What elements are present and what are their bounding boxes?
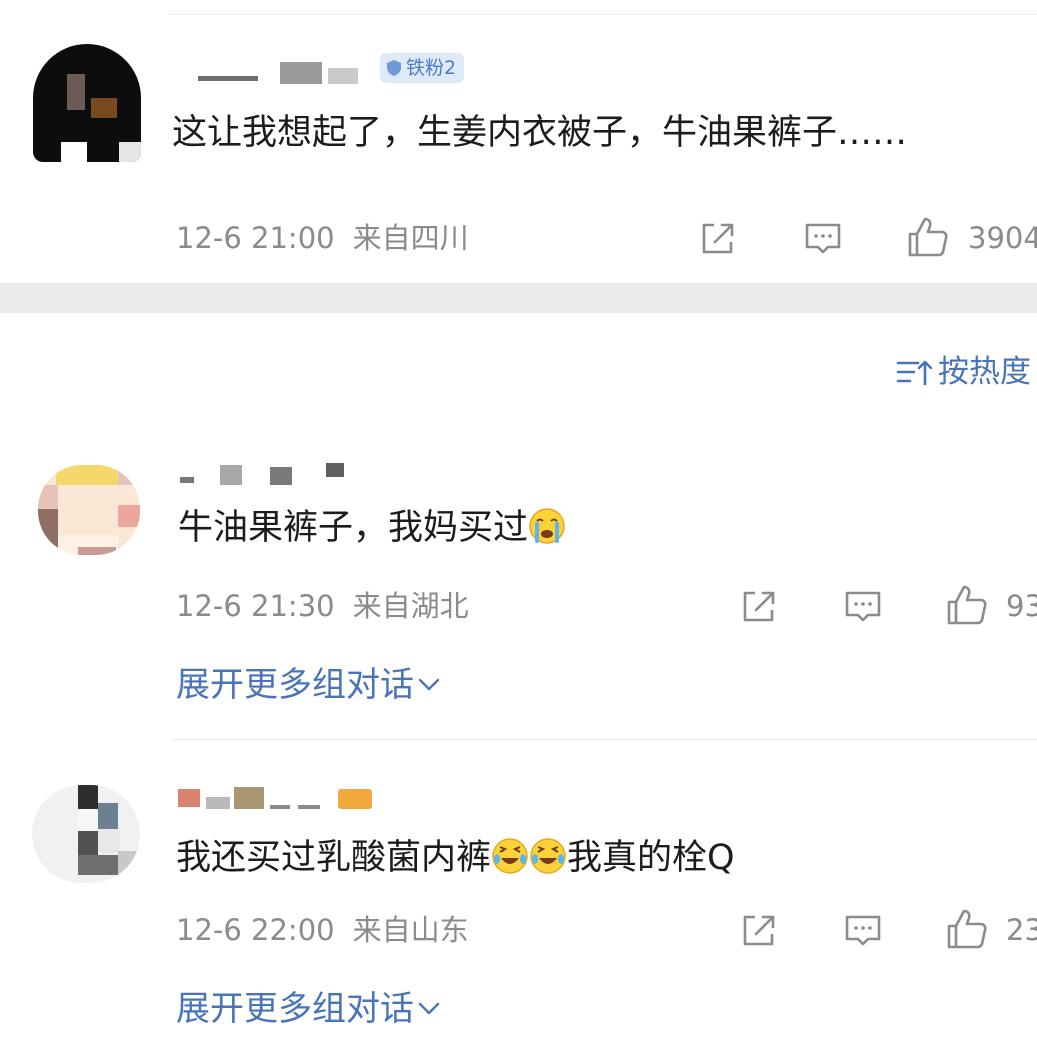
comment-icon[interactable]: [803, 220, 843, 258]
post-like-count: 3904: [968, 221, 1037, 255]
comment-text-after: 我真的栓Q: [567, 838, 735, 878]
sort-label: 按热度: [938, 354, 1031, 390]
username-redacted[interactable]: [198, 58, 366, 88]
comment-text-body: 牛油果裤子，我妈买过: [178, 508, 529, 548]
like-icon[interactable]: [945, 907, 989, 951]
comment-time: 12-6 21:30: [176, 589, 335, 623]
sort-icon: [896, 360, 932, 386]
comment-location: 来自湖北: [352, 589, 469, 623]
share-icon[interactable]: [739, 587, 779, 625]
crying-face-emoji: [529, 508, 565, 544]
avatar[interactable]: [33, 44, 141, 162]
post-location: 来自四川: [352, 221, 469, 255]
laughing-tears-emoji: [530, 838, 566, 874]
post-meta: 12-6 21:00 来自四川: [176, 220, 469, 256]
chevron-down-icon: [418, 678, 440, 691]
comment-text-before: 我还买过乳酸菌内裤: [176, 838, 492, 878]
comment-meta: 12-6 22:00 来自山东: [176, 912, 469, 948]
chevron-down-icon: [418, 1002, 440, 1015]
comment-text: 我还买过乳酸菌内裤 我真的栓Q: [176, 835, 735, 881]
comment-location: 来自山东: [352, 913, 469, 947]
laughing-tears-emoji: [492, 838, 528, 874]
top-divider: [170, 14, 1037, 15]
comment-text: 牛油果裤子，我妈买过: [178, 505, 566, 551]
comment-meta: 12-6 21:30 来自湖北: [176, 588, 469, 624]
post-time: 12-6 21:00: [176, 221, 335, 255]
username-redacted[interactable]: [178, 783, 378, 817]
badge-label: 铁粉2: [406, 57, 457, 79]
like-icon[interactable]: [945, 583, 989, 627]
avatar[interactable]: [32, 785, 140, 883]
comment-divider: [172, 739, 1037, 740]
like-icon[interactable]: [906, 215, 950, 259]
sort-by-hot-button[interactable]: 按热度: [896, 352, 1031, 392]
share-icon[interactable]: [739, 911, 779, 949]
expand-label: 展开更多组对话: [176, 665, 414, 705]
expand-conversation-link[interactable]: 展开更多组对话: [176, 664, 440, 706]
section-separator: [0, 283, 1037, 313]
comment-icon[interactable]: [843, 588, 883, 626]
badge-shield-icon: [387, 60, 401, 76]
post-text: 这让我想起了，生姜内衣被子，牛油果裤子……: [172, 113, 908, 153]
comment-icon[interactable]: [843, 912, 883, 950]
expand-conversation-link[interactable]: 展开更多组对话: [176, 988, 440, 1030]
share-icon[interactable]: [698, 219, 738, 257]
username-redacted[interactable]: [180, 463, 350, 487]
comment-time: 12-6 22:00: [176, 913, 335, 947]
avatar[interactable]: [38, 465, 140, 555]
expand-label: 展开更多组对话: [176, 989, 414, 1029]
comment-like-count: 23: [1006, 913, 1037, 947]
fan-badge: 铁粉2: [380, 53, 465, 83]
comment-like-count: 93: [1006, 589, 1037, 623]
